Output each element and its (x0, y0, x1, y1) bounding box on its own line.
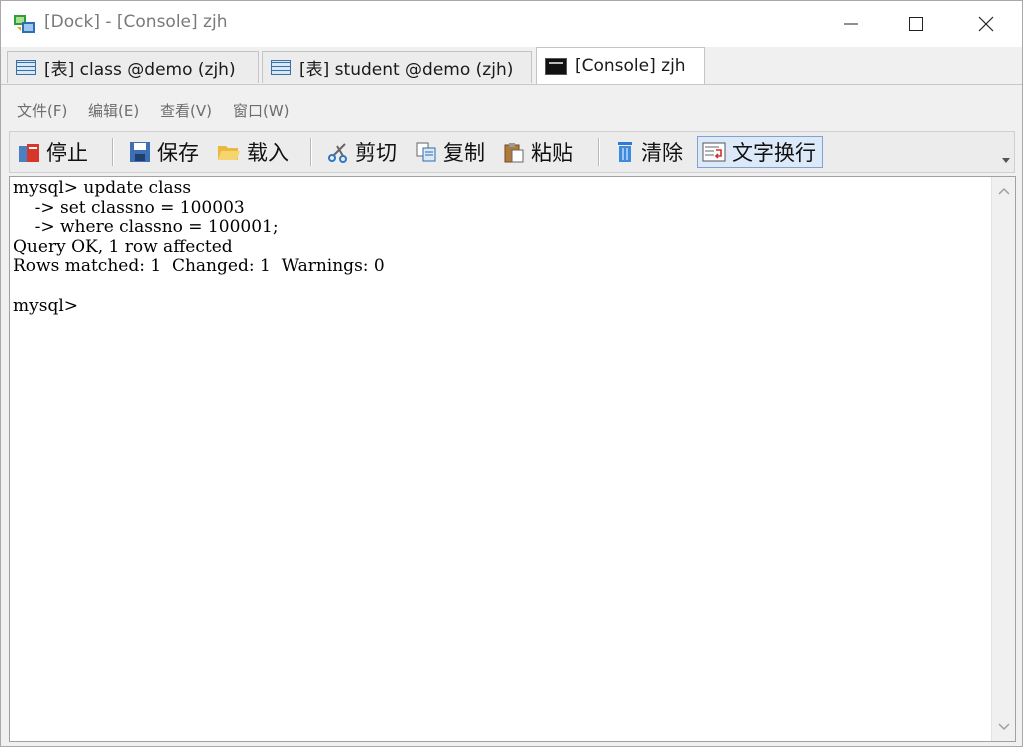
scroll-up-button[interactable] (992, 181, 1015, 201)
console-line: mysql> update class (13, 178, 192, 198)
save-icon (130, 142, 150, 162)
navicat-app-icon (14, 15, 35, 33)
toolbar-separator (598, 138, 600, 166)
scroll-down-button[interactable] (992, 717, 1015, 737)
menu-window[interactable]: 窗口(W) (233, 100, 290, 121)
stop-label: 停止 (46, 141, 88, 165)
console-line: Query OK, 1 row affected (13, 236, 233, 257)
stop-button[interactable]: 停止 (18, 136, 88, 168)
minimize-button[interactable] (816, 1, 886, 47)
copy-button[interactable]: 复制 (415, 136, 485, 168)
menu-file[interactable]: 文件(F) (17, 100, 67, 121)
console-line: -> where classno = 100001; (13, 217, 279, 238)
console-icon (545, 57, 567, 75)
word-wrap-icon (702, 142, 726, 162)
menu-bar: 文件(F) 编辑(E) 查看(V) 窗口(W) (1, 85, 1022, 131)
maximize-icon (909, 17, 923, 31)
console-output[interactable]: mysql> update class -> set classno = 100… (13, 178, 385, 316)
load-button[interactable]: 载入 (217, 136, 289, 168)
title-bar[interactable]: [Dock] - [Console] zjh (1, 1, 1022, 47)
paste-button[interactable]: 粘贴 (503, 136, 573, 168)
toolbar: 停止 保存 载入 剪切 复制 粘贴 清除 文字换行 (9, 131, 1015, 173)
cut-button[interactable]: 剪切 (327, 136, 397, 168)
clear-button[interactable]: 清除 (615, 136, 683, 168)
chevron-up-icon (997, 187, 1010, 195)
window-title: [Dock] - [Console] zjh (44, 12, 228, 32)
clipboard-icon (504, 143, 524, 163)
chevron-down-icon (997, 723, 1010, 731)
minimize-icon (844, 23, 858, 25)
load-label: 载入 (247, 141, 289, 165)
app-window: [Dock] - [Console] zjh [表] class @demo (… (0, 0, 1023, 747)
cut-label: 剪切 (355, 141, 397, 165)
console-line: -> set classno = 100003 (13, 197, 245, 218)
toolbar-separator (112, 138, 114, 166)
paste-label: 粘贴 (531, 141, 573, 165)
tab-class-table[interactable]: [表] class @demo (zjh) (7, 51, 259, 83)
tab-bar: [表] class @demo (zjh) [表] student @demo … (1, 47, 1022, 85)
menu-view[interactable]: 查看(V) (160, 100, 212, 121)
toolbar-overflow-icon[interactable] (1002, 158, 1010, 163)
open-folder-icon (218, 146, 240, 160)
table-icon (16, 60, 36, 75)
tab-label: [Console] zjh (575, 56, 686, 76)
save-label: 保存 (157, 141, 199, 165)
copy-icon (416, 142, 436, 162)
close-icon (978, 16, 994, 32)
word-wrap-toggle[interactable]: 文字换行 (697, 136, 823, 168)
toolbar-separator (310, 138, 312, 166)
table-icon (271, 60, 291, 75)
tab-console[interactable]: [Console] zjh (536, 47, 705, 84)
maximize-button[interactable] (881, 1, 951, 47)
tab-label: [表] class @demo (zjh) (44, 60, 236, 80)
word-wrap-label: 文字换行 (732, 141, 816, 165)
tab-student-table[interactable]: [表] student @demo (zjh) (262, 51, 532, 83)
console-area[interactable]: mysql> update class -> set classno = 100… (9, 176, 1016, 742)
scissors-icon (328, 143, 347, 163)
copy-label: 复制 (443, 141, 485, 165)
tab-label: [表] student @demo (zjh) (299, 60, 514, 80)
clear-label: 清除 (641, 141, 683, 165)
menu-edit[interactable]: 编辑(E) (88, 100, 139, 121)
console-line: Rows matched: 1 Changed: 1 Warnings: 0 (13, 256, 385, 277)
console-prompt: mysql> (13, 295, 79, 316)
close-button[interactable] (951, 1, 1021, 47)
stop-icon (19, 144, 39, 162)
trash-icon (618, 142, 632, 162)
save-button[interactable]: 保存 (129, 136, 199, 168)
vertical-scrollbar[interactable] (991, 177, 1015, 741)
